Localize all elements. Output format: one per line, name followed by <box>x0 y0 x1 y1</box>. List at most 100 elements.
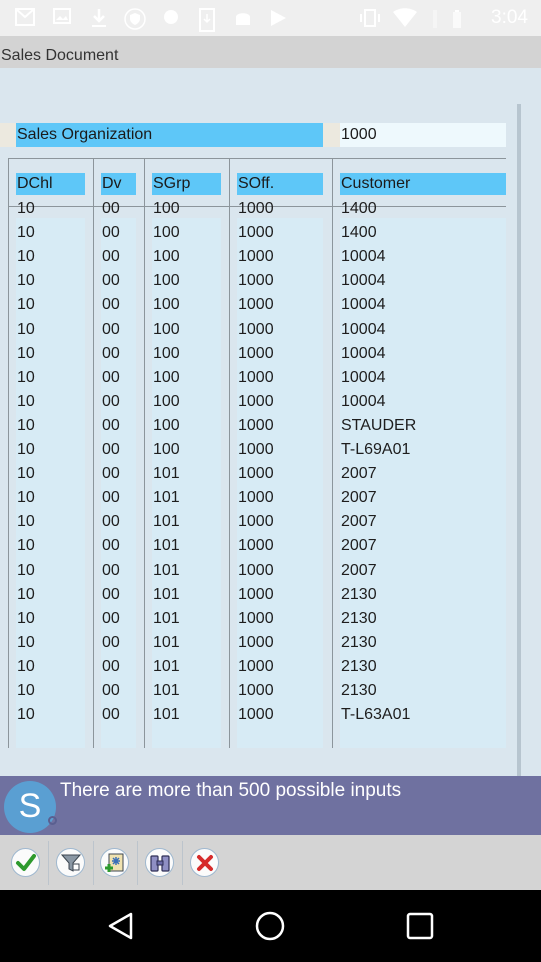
value-help-dialog: Sales Organization 1000 DChl Dv SGrp SOff. C… <box>0 68 541 802</box>
cell-soff: 1000 <box>238 248 274 266</box>
cell-sgrp: 100 <box>153 296 180 314</box>
sales-organization-input[interactable]: 1000 <box>340 123 506 147</box>
table-row[interactable]: 10 00 101 1000 2007 <box>8 486 506 510</box>
avatar-letter: S <box>18 787 42 825</box>
home-icon[interactable] <box>254 910 286 942</box>
cell-dchl: 10 <box>17 585 35 603</box>
cell-dchl: 10 <box>17 368 35 386</box>
cell-dchl: 10 <box>17 248 35 266</box>
play-store-icon <box>268 8 288 28</box>
cell-soff: 1000 <box>238 489 274 507</box>
table-row[interactable]: 10 00 101 1000 2007 <box>8 559 506 583</box>
vertical-scrollbar[interactable] <box>517 104 521 802</box>
back-icon[interactable] <box>104 910 136 942</box>
cell-soff: 1000 <box>238 633 274 651</box>
message-text: There are more than 500 possible inputs <box>60 780 402 801</box>
column-header-soff[interactable]: SOff. <box>237 173 323 195</box>
find-button[interactable] <box>145 848 174 877</box>
cell-customer: 2007 <box>341 489 377 507</box>
avatar[interactable]: S <box>4 781 56 833</box>
cell-sgrp: 100 <box>153 392 180 410</box>
cell-dchl: 10 <box>17 441 35 458</box>
cell-sgrp: 100 <box>153 416 180 434</box>
table-row[interactable]: 10 00 101 1000 2130 <box>8 655 506 679</box>
table-row[interactable]: 10 00 100 1000 10004 <box>8 342 506 366</box>
cell-customer: 10004 <box>341 272 386 290</box>
cell-sgrp: 100 <box>153 368 180 386</box>
cell-dchl: 10 <box>17 513 35 531</box>
cell-dv: 00 <box>102 706 120 724</box>
table-row[interactable]: 10 00 101 1000 2130 <box>8 679 506 703</box>
download-device-icon <box>197 8 217 32</box>
cell-customer: 10004 <box>341 248 386 266</box>
cell-customer: 10004 <box>341 320 386 338</box>
checkmark-icon <box>16 854 36 871</box>
table-row[interactable]: 10 00 100 1000 1400 <box>8 197 506 221</box>
table-row[interactable]: 10 00 101 1000 2130 <box>8 607 506 631</box>
bottom-toolbar <box>0 835 541 890</box>
table-row[interactable]: 10 00 100 1000 10004 <box>8 318 506 342</box>
cell-dv: 00 <box>102 513 120 531</box>
cell-dchl: 10 <box>17 392 35 410</box>
cell-dv: 00 <box>102 344 120 362</box>
cell-dv: 00 <box>102 441 120 458</box>
cell-dv: 00 <box>102 489 120 507</box>
table-row[interactable]: 10 00 101 1000 T-L63A01 <box>8 703 506 727</box>
cell-sgrp: 101 <box>153 465 180 483</box>
cancel-button[interactable] <box>190 848 219 877</box>
cell-dchl: 10 <box>17 633 35 651</box>
cell-sgrp: 100 <box>153 248 180 266</box>
cell-sgrp: 100 <box>153 344 180 362</box>
recents-icon[interactable] <box>404 910 436 942</box>
confirm-button[interactable] <box>11 848 40 877</box>
cell-dv: 00 <box>102 657 120 675</box>
table-row[interactable]: 10 00 101 1000 2007 <box>8 462 506 486</box>
table-row[interactable]: 10 00 101 1000 2130 <box>8 631 506 655</box>
table-row[interactable]: 10 00 101 1000 2007 <box>8 534 506 558</box>
signal-icon <box>425 8 445 28</box>
table-row[interactable]: 10 00 101 1000 2007 <box>8 510 506 534</box>
shield-icon <box>124 8 146 30</box>
field-indicator <box>0 123 16 147</box>
cell-soff: 1000 <box>238 441 274 458</box>
android-icon <box>233 8 253 28</box>
cell-dv: 00 <box>102 633 120 651</box>
status-bar: 3:04 <box>0 0 541 36</box>
cell-soff: 1000 <box>238 706 274 724</box>
cell-dchl: 10 <box>17 224 35 242</box>
cell-soff: 1000 <box>238 200 274 217</box>
cell-dchl: 10 <box>17 416 35 434</box>
table-row[interactable]: 10 00 100 1000 10004 <box>8 390 506 414</box>
cell-sgrp: 101 <box>153 706 180 724</box>
field-separator <box>323 123 340 147</box>
table-row[interactable]: 10 00 100 1000 10004 <box>8 245 506 269</box>
cell-soff: 1000 <box>238 585 274 603</box>
vibrate-icon <box>358 8 380 28</box>
table-row[interactable]: 10 00 101 1000 2130 <box>8 583 506 607</box>
cell-customer: STAUDER <box>341 416 417 434</box>
filter-button[interactable] <box>56 848 85 877</box>
table-row[interactable]: 10 00 100 1000 STAUDER <box>8 414 506 438</box>
cell-sgrp: 101 <box>153 489 180 507</box>
column-header-dchl[interactable]: DChl <box>16 173 85 195</box>
cell-customer: 2130 <box>341 609 377 627</box>
cell-customer: 2007 <box>341 537 377 555</box>
new-entry-button[interactable] <box>100 848 129 877</box>
cell-dchl: 10 <box>17 465 35 483</box>
cell-dchl: 10 <box>17 272 35 290</box>
table-top-border <box>8 158 506 159</box>
table-row[interactable]: 10 00 100 1000 T-L69A01 <box>8 438 506 462</box>
cell-soff: 1000 <box>238 465 274 483</box>
cell-dchl: 10 <box>17 296 35 314</box>
column-header-customer[interactable]: Customer <box>340 173 506 195</box>
funnel-icon <box>60 854 82 872</box>
column-header-dv[interactable]: Dv <box>101 173 136 195</box>
table-row[interactable]: 10 00 100 1000 10004 <box>8 293 506 317</box>
table-row[interactable]: 10 00 100 1000 10004 <box>8 269 506 293</box>
table-row[interactable]: 10 00 100 1000 10004 <box>8 366 506 390</box>
avatar-status-dot <box>48 816 57 825</box>
table-row[interactable]: 10 00 100 1000 1400 <box>8 221 506 245</box>
column-header-sgrp[interactable]: SGrp <box>152 173 221 195</box>
cell-soff: 1000 <box>238 272 274 290</box>
cell-dv: 00 <box>102 248 120 266</box>
